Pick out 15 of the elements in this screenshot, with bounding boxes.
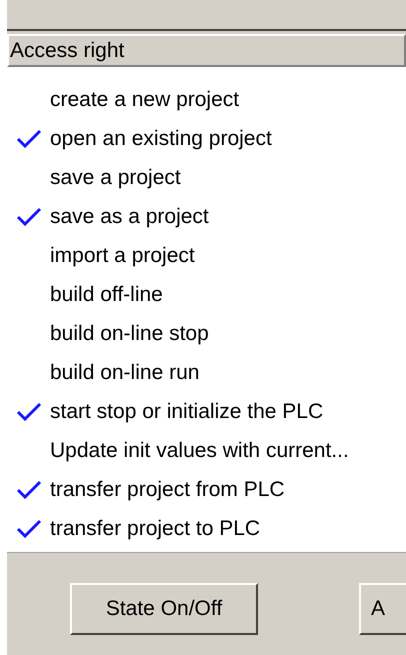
- access-right-item[interactable]: transfer project to PLC: [50, 512, 260, 544]
- access-right-item[interactable]: start stop or initialize the PLC: [50, 396, 324, 428]
- access-right-item[interactable]: import a project: [50, 240, 195, 272]
- access-right-item[interactable]: build off-line: [50, 278, 163, 310]
- access-right-item[interactable]: build on-line run: [50, 356, 200, 388]
- access-right-item[interactable]: save as a project: [50, 200, 209, 232]
- access-right-item[interactable]: Update init values with current...: [50, 434, 349, 466]
- access-right-item[interactable]: open an existing project: [50, 122, 272, 154]
- access-right-item[interactable]: build on-line stop: [50, 318, 209, 350]
- access-right-item[interactable]: create a new project: [50, 84, 240, 116]
- access-right-item[interactable]: save a project: [50, 162, 181, 194]
- access-right-item[interactable]: transfer project from PLC: [50, 474, 285, 506]
- state-toggle-button[interactable]: State On/Off: [70, 583, 258, 635]
- column-header[interactable]: Access right: [7, 34, 406, 67]
- dialog-button[interactable]: A: [359, 583, 406, 635]
